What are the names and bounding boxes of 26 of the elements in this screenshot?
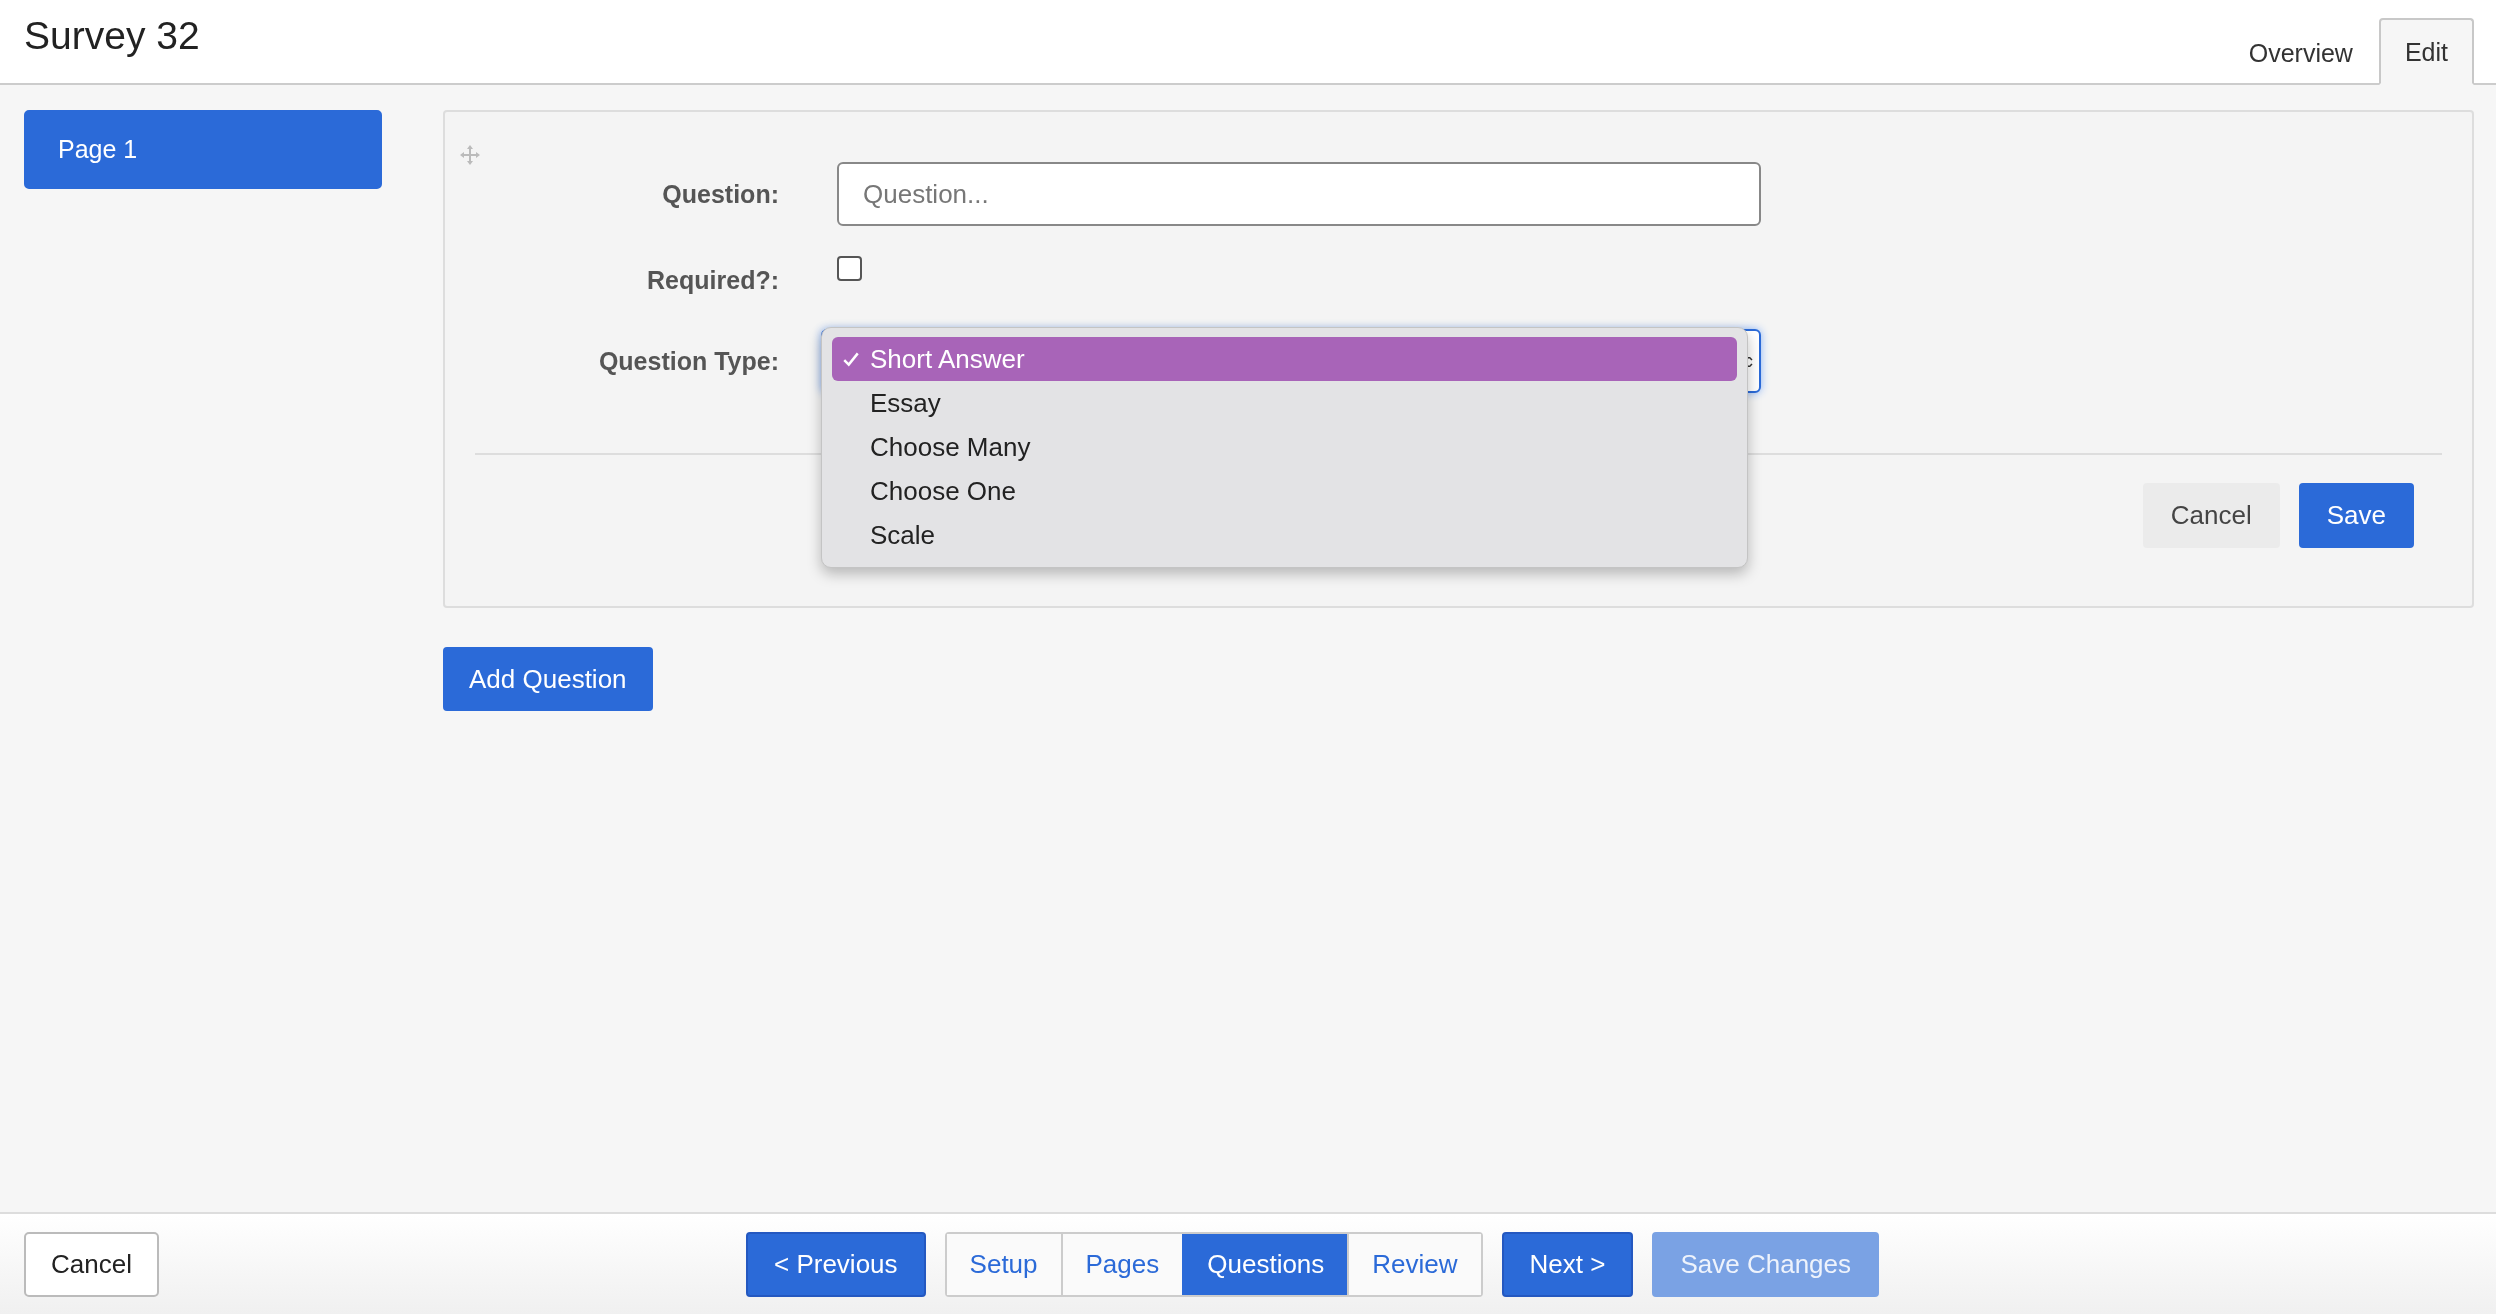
page-title: Survey 32 xyxy=(24,14,200,58)
checkmark-icon xyxy=(842,350,860,368)
cancel-button[interactable]: Cancel xyxy=(24,1231,159,1297)
tab[interactable]: Edit xyxy=(2378,18,2474,85)
dropdown-option[interactable]: Choose One xyxy=(832,469,1737,513)
question-input[interactable]: Question... xyxy=(837,162,1761,226)
field-label: Question Type: xyxy=(597,346,779,376)
page-button[interactable]: Page 1 xyxy=(24,110,382,189)
step-tab[interactable]: Questions xyxy=(1182,1233,1348,1295)
step-tab[interactable]: Pages xyxy=(1060,1233,1183,1295)
step-tab[interactable]: Setup xyxy=(946,1233,1061,1295)
tab[interactable]: Overview xyxy=(2222,18,2379,85)
caret-icon xyxy=(1745,357,1753,367)
field-label: Required?: xyxy=(646,266,779,295)
dropdown-option[interactable]: Choose Many xyxy=(832,425,1737,469)
next-button[interactable]: Next > xyxy=(1501,1231,1634,1297)
field-label: Question: xyxy=(661,179,779,209)
checkbox[interactable] xyxy=(837,256,862,281)
save-button[interactable]: Save xyxy=(2298,483,2414,548)
add-question-button[interactable]: Add Question xyxy=(443,647,653,711)
dropdown-option[interactable]: Essay xyxy=(832,381,1737,425)
dropdown-option[interactable]: Short Answer xyxy=(832,337,1737,381)
step-tab[interactable]: Review xyxy=(1347,1233,1481,1295)
previous-button[interactable]: < Previous xyxy=(746,1231,926,1297)
cancel-button[interactable]: Cancel xyxy=(2142,483,2280,548)
dropdown-option[interactable]: Scale xyxy=(832,513,1737,557)
